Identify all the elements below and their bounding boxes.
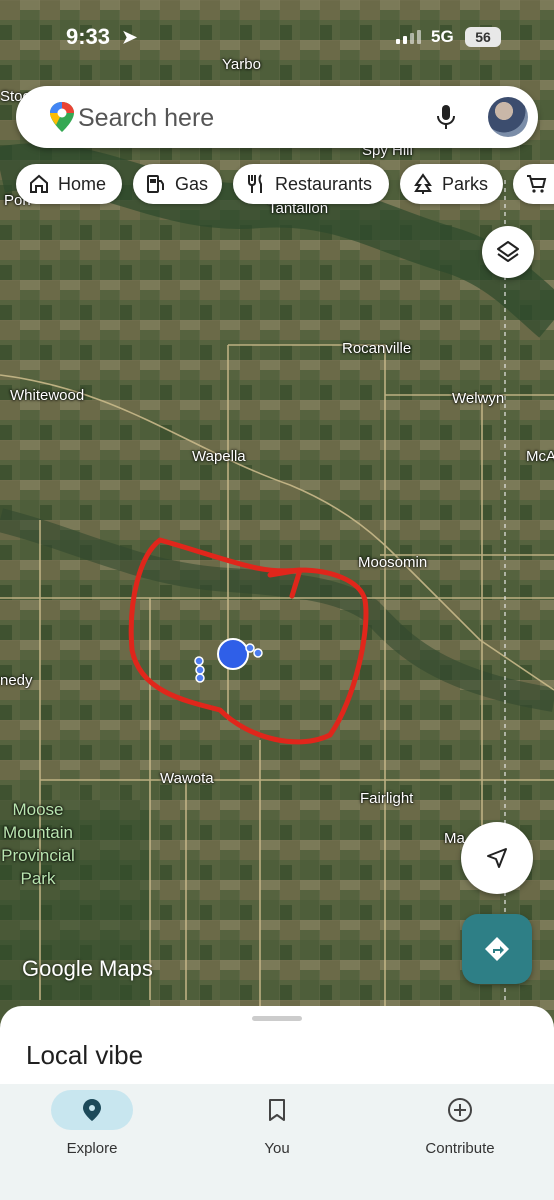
google-maps-watermark: Google Maps: [22, 956, 153, 981]
chip-home-label: Home: [58, 173, 107, 194]
directions-button[interactable]: [462, 914, 532, 984]
map-label-welwyn: Welwyn: [452, 390, 505, 407]
battery-icon: 56: [465, 27, 501, 47]
sheet-title: Local vibe: [26, 1040, 144, 1070]
chip-restaurants[interactable]: Restaurants: [233, 164, 389, 204]
gas-station-icon: [146, 175, 164, 193]
microphone-icon[interactable]: [434, 103, 458, 131]
map-label-whitewood: Whitewood: [10, 387, 85, 404]
chip-gas[interactable]: Gas: [133, 164, 222, 204]
directions-icon: [485, 937, 509, 961]
nav-you[interactable]: You: [236, 1084, 318, 1200]
map-label-rocanville: Rocanville: [342, 340, 412, 357]
search-bar[interactable]: [16, 86, 538, 148]
nav-explore[interactable]: Explore: [50, 1084, 134, 1200]
google-maps-pin-icon: [50, 102, 74, 132]
bookmark-icon: [269, 1099, 285, 1121]
map-label-yarbo: Yarbo: [222, 56, 261, 73]
nav-you-label: You: [264, 1140, 290, 1157]
signal-icon: [396, 30, 422, 44]
map-label-ma: Ma: [444, 830, 465, 847]
chip-gas-label: Gas: [174, 173, 208, 194]
sheet-drag-handle[interactable]: [252, 1016, 302, 1021]
chip-shopping[interactable]: [513, 164, 554, 204]
search-input[interactable]: [76, 101, 420, 135]
status-bar: 9:33 ➤ 5G 56: [0, 24, 554, 52]
map-label-fairlight: Fairlight: [360, 790, 414, 807]
tree-icon: [414, 173, 432, 194]
nav-contribute[interactable]: Contribute: [410, 1084, 510, 1200]
profile-avatar[interactable]: [488, 97, 528, 137]
nav-contribute-pill: [419, 1090, 501, 1130]
map-label-moose-mountain-park: Moose Mountain Provincial Park: [1, 800, 75, 888]
map-label-wawota: Wawota: [160, 770, 214, 787]
nav-you-pill: [236, 1090, 318, 1130]
chip-home[interactable]: Home: [16, 164, 122, 204]
layers-icon: [497, 241, 519, 262]
bottom-navigation: Explore You Contribute: [0, 1084, 554, 1200]
map-label-mca: McA: [526, 448, 554, 465]
nav-contribute-label: Contribute: [425, 1140, 495, 1157]
shopping-cart-icon: [527, 175, 547, 193]
chip-restaurants-label: Restaurants: [275, 173, 373, 194]
nav-explore-label: Explore: [66, 1140, 118, 1157]
add-circle-icon: [448, 1098, 472, 1122]
layers-button[interactable]: [482, 226, 534, 278]
network-type: 5G: [431, 27, 454, 46]
current-location-dot[interactable]: [217, 638, 249, 670]
map-label-wapella: Wapella: [192, 448, 246, 465]
navigation-arrow-icon: [487, 848, 507, 868]
chip-parks[interactable]: Parks: [400, 164, 503, 204]
nav-explore-pill: [51, 1090, 133, 1130]
chip-parks-label: Parks: [442, 173, 489, 194]
map-label-moosomin: Moosomin: [358, 554, 428, 571]
my-location-button[interactable]: [461, 822, 533, 894]
location-pin-icon: [83, 1099, 101, 1121]
category-chips: Home Gas Restaurants Parks: [16, 164, 554, 204]
status-time: 9:33: [66, 24, 111, 49]
map-label-nedy: nedy: [0, 672, 33, 689]
restaurant-icon: [248, 174, 262, 193]
home-icon: [30, 174, 48, 193]
location-services-icon: ➤: [122, 27, 138, 47]
